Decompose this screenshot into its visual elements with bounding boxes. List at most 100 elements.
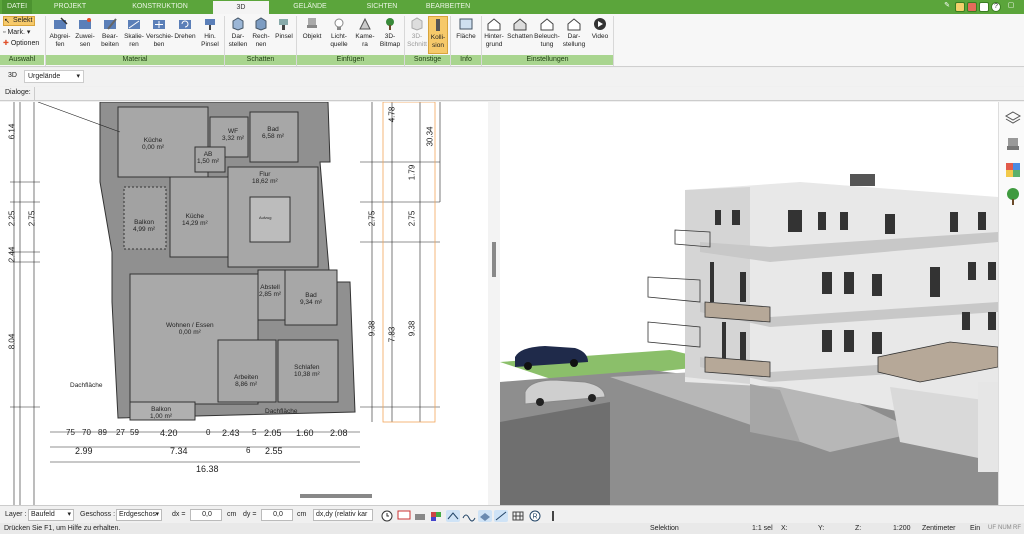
shadow-settings-button[interactable]: Schatten: [507, 16, 533, 41]
background-button[interactable]: Hinter-grund: [482, 16, 506, 49]
dimension-label: 16.38: [196, 464, 219, 474]
record-icon[interactable]: [967, 2, 977, 12]
tab-bearbeiten[interactable]: BEARBEITEN: [420, 0, 476, 14]
dx-input[interactable]: 0,0: [190, 509, 222, 521]
palette-icon[interactable]: [429, 510, 443, 522]
snap-line-icon[interactable]: [446, 510, 460, 522]
area-button[interactable]: Fläche: [453, 16, 479, 41]
tab-konstruktion[interactable]: KONSTRUKTION: [120, 0, 200, 14]
floor-select[interactable]: Erdgeschos ▾: [116, 509, 162, 521]
clock-icon[interactable]: [380, 510, 394, 522]
rotate-material-button[interactable]: Drehen: [173, 16, 197, 41]
dx-label: dx =: [172, 511, 186, 518]
material-palette-icon[interactable]: [1005, 162, 1021, 178]
dimension-label: 2.75: [27, 210, 37, 227]
dimension-label: 7.83: [387, 326, 397, 343]
snap-wave-icon[interactable]: [462, 510, 476, 522]
maximize-icon[interactable]: ▢: [1006, 2, 1016, 12]
tab-sichten[interactable]: SICHTEN: [352, 0, 412, 14]
monitor-icon[interactable]: [397, 510, 411, 522]
status-bar: Drücken Sie F1, um Hilfe zu erhalten. Se…: [0, 523, 1024, 534]
shadow-brush-button[interactable]: Pinsel: [273, 16, 295, 41]
cursor-icon: ↖: [4, 18, 10, 25]
dy-unit: cm: [297, 511, 307, 518]
camera-button[interactable]: Kame-ra: [353, 16, 377, 49]
calc-shadow-button[interactable]: Rech-nen: [250, 16, 272, 49]
scale-material-button[interactable]: Skalie-ren: [122, 16, 146, 49]
dimension-label: 6.14: [7, 123, 17, 140]
floor-plan-view[interactable]: Küche 0,00 m² WF 3,32 m² Bad 6,58 m² AB 1,50…: [0, 102, 500, 505]
room-label: Balkon 4,99 m²: [133, 219, 156, 233]
tree-icon[interactable]: [1005, 188, 1021, 206]
pin-icon[interactable]: ✎: [942, 2, 952, 12]
move-material-button[interactable]: Verschie-ben: [146, 16, 173, 49]
floor-plan-drawing[interactable]: [0, 102, 500, 505]
reference-icon[interactable]: R: [528, 510, 542, 522]
cube-icon: [229, 16, 247, 32]
edit-material-button[interactable]: Bear-beiten: [98, 16, 122, 49]
display-button[interactable]: Dar-stellung: [561, 16, 587, 49]
object-button[interactable]: Objekt: [300, 16, 324, 41]
terrain-select[interactable]: Urgelände ▾: [24, 70, 84, 83]
cube-calc-icon: [252, 16, 270, 32]
group-auswahl: Auswahl: [0, 55, 44, 65]
chair-icon[interactable]: [1005, 136, 1021, 152]
assign-material-button[interactable]: Zuwei-sen: [73, 16, 97, 49]
tab-datei[interactable]: DATEI: [2, 0, 32, 14]
dimension-label: 9.38: [367, 320, 377, 337]
ein-status: Ein: [970, 525, 981, 532]
dimension-label: 2.75: [367, 210, 377, 227]
y-coordinate: Y:: [818, 525, 825, 532]
tab-bar: DATEI PROJEKT KONSTRUKTION 3D GELÄNDE SI…: [0, 0, 1024, 14]
bottom-toolbar: Layer : Baufeld ▾ Geschoss : Erdgeschos ▾ …: [0, 505, 1024, 523]
group-info: Info: [451, 55, 481, 65]
3d-view[interactable]: [500, 102, 998, 505]
print-icon[interactable]: [413, 510, 427, 522]
tab-gelaende[interactable]: GELÄNDE: [282, 0, 338, 14]
room-label: Arbeiten 8,86 m²: [234, 374, 259, 388]
3d-bitmap-button[interactable]: 3D- Bitmap: [378, 16, 402, 49]
unit-status: Zentimeter: [922, 525, 956, 532]
show-shadow-button[interactable]: Dar-stellen: [226, 16, 250, 49]
x-coordinate: X:: [781, 525, 788, 532]
dimension-label: 0: [206, 428, 211, 437]
tab-3d[interactable]: 3D: [213, 1, 269, 14]
options-button[interactable]: ✚ Optionen: [3, 39, 39, 48]
selection-count: 1:1 sel: [752, 525, 773, 532]
num-status: NUM: [998, 525, 1012, 531]
layers-icon[interactable]: [1004, 110, 1022, 126]
folder-icon[interactable]: [955, 2, 965, 12]
3d-scene[interactable]: [500, 102, 998, 505]
3d-section-button[interactable]: 3D- Schnitt: [406, 16, 428, 49]
room-label: Küche 14,29 m²: [182, 213, 208, 227]
dimension-label: 1.60: [296, 428, 314, 438]
coordinate-mode-select[interactable]: dx,dy (relativ kar: [313, 509, 373, 521]
room-label: Flur 18,62 m²: [252, 171, 278, 185]
dimension-label: 2.55: [265, 446, 283, 456]
pick-material-button[interactable]: Abgrei-fen: [48, 16, 72, 49]
surface-icon[interactable]: [478, 510, 492, 522]
dimension-label: 8.04: [7, 333, 17, 350]
layer-select[interactable]: Baufeld ▾: [28, 509, 74, 521]
tab-projekt[interactable]: PROJEKT: [46, 0, 94, 14]
lighting-button[interactable]: Beleuch-tung: [534, 16, 560, 49]
dimension-label: 4.20: [160, 428, 178, 438]
hint-brush-button[interactable]: Hin. Pinsel: [198, 16, 222, 49]
help-icon[interactable]: ?: [991, 2, 1001, 12]
side-panel: [998, 102, 1024, 505]
house-light-icon: [538, 16, 556, 32]
mark-dropdown[interactable]: ▫ Mark. ▾: [3, 28, 30, 37]
dimension-label: 1.79: [407, 164, 417, 181]
dx-unit: cm: [227, 511, 237, 518]
floor-label: Geschoss :: [80, 511, 116, 518]
video-button[interactable]: Video: [589, 16, 611, 41]
window-icon[interactable]: [979, 2, 989, 12]
grid-icon[interactable]: [511, 510, 525, 522]
light-source-button[interactable]: Licht-quelle: [326, 16, 352, 49]
group-material: Material: [46, 55, 224, 65]
dy-input[interactable]: 0,0: [261, 509, 293, 521]
view-mode-label: 3D: [8, 72, 17, 79]
collision-button[interactable]: Kolli-sion: [428, 16, 448, 54]
measure-icon[interactable]: [494, 510, 508, 522]
toolbar-separator-icon: [546, 510, 560, 522]
